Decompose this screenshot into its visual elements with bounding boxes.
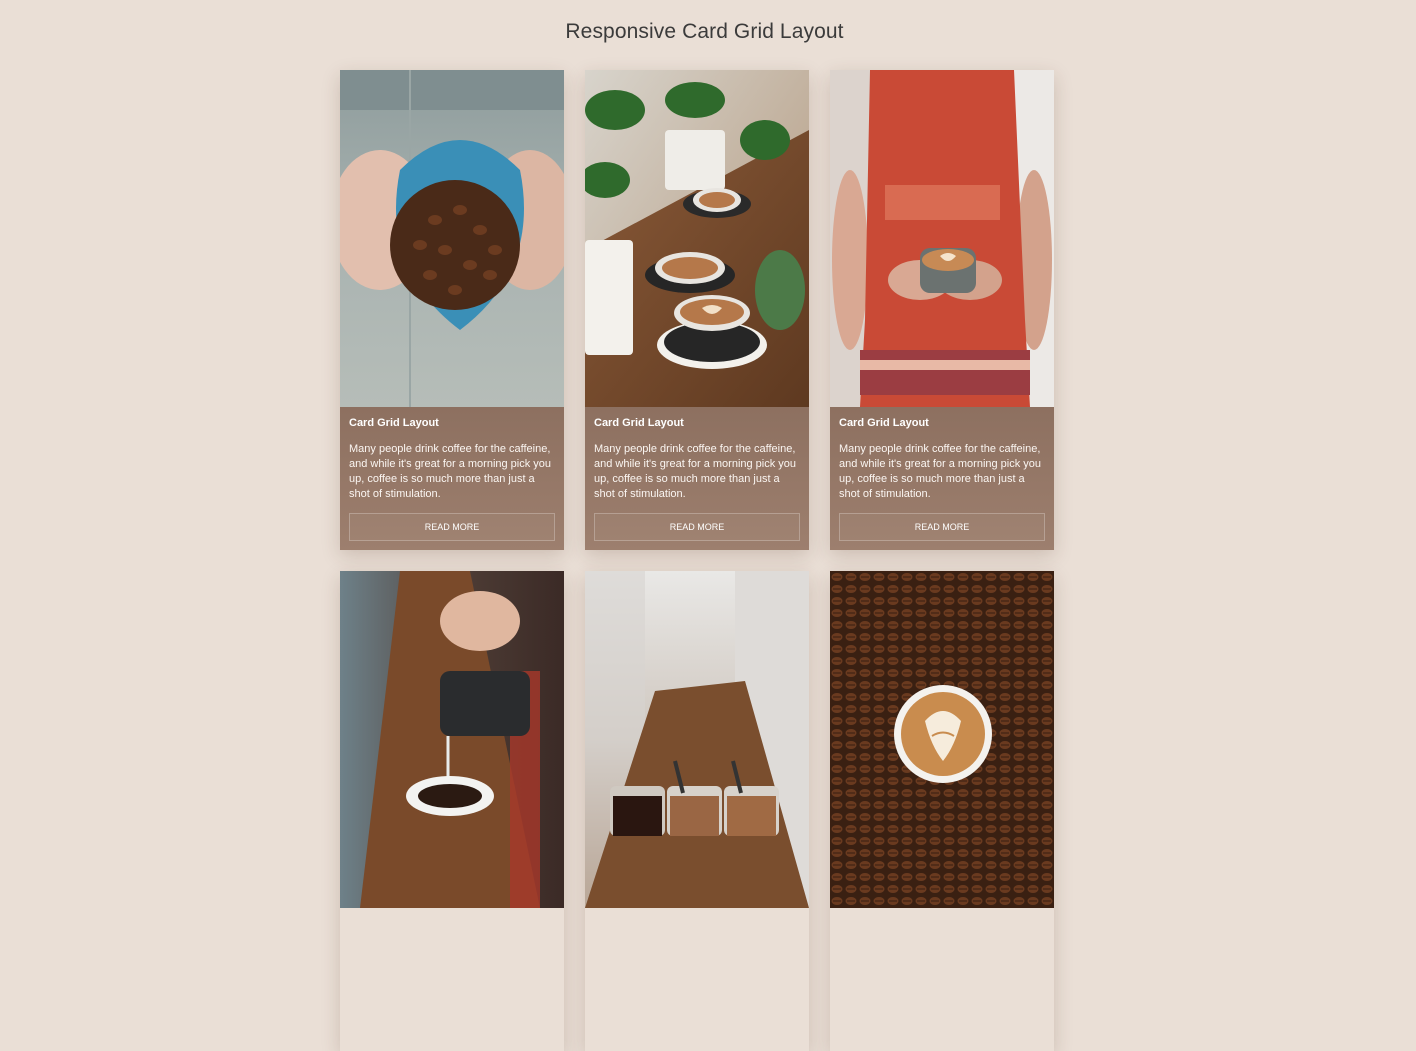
- read-more-button[interactable]: READ MORE: [594, 513, 800, 541]
- read-more-button[interactable]: READ MORE: [839, 513, 1045, 541]
- card-image-milk-pour: [340, 571, 564, 908]
- card: Card Grid Layout Many people drink coffe…: [340, 70, 564, 550]
- card-title: Card Grid Layout: [594, 417, 684, 429]
- card-image-coffee-glasses: [585, 571, 809, 908]
- card-body: Card Grid Layout Many people drink coffe…: [340, 407, 564, 550]
- card-title: Card Grid Layout: [349, 417, 439, 429]
- card: [830, 571, 1054, 1051]
- card: Card Grid Layout Many people drink coffe…: [585, 70, 809, 550]
- read-more-button[interactable]: READ MORE: [349, 513, 555, 541]
- card-grid: Card Grid Layout Many people drink coffe…: [340, 70, 1054, 1051]
- card-body: Card Grid Layout Many people drink coffe…: [830, 407, 1054, 550]
- card-body: Card Grid Layout Many people drink coffe…: [585, 407, 809, 550]
- card-image-red-dress: [830, 70, 1054, 407]
- card-text: Many people drink coffee for the caffein…: [839, 443, 1042, 500]
- card: [585, 571, 809, 1051]
- card-text: Many people drink coffee for the caffein…: [349, 443, 552, 500]
- card-text: Many people drink coffee for the caffein…: [594, 443, 797, 500]
- card-image-coffee-bag: [340, 70, 564, 407]
- card-image-latte-beans: [830, 571, 1054, 908]
- card: Card Grid Layout Many people drink coffe…: [830, 70, 1054, 550]
- card: [340, 571, 564, 1051]
- page-title: Responsive Card Grid Layout: [565, 20, 844, 43]
- card-image-latte-table: [585, 70, 809, 407]
- card-title: Card Grid Layout: [839, 417, 929, 429]
